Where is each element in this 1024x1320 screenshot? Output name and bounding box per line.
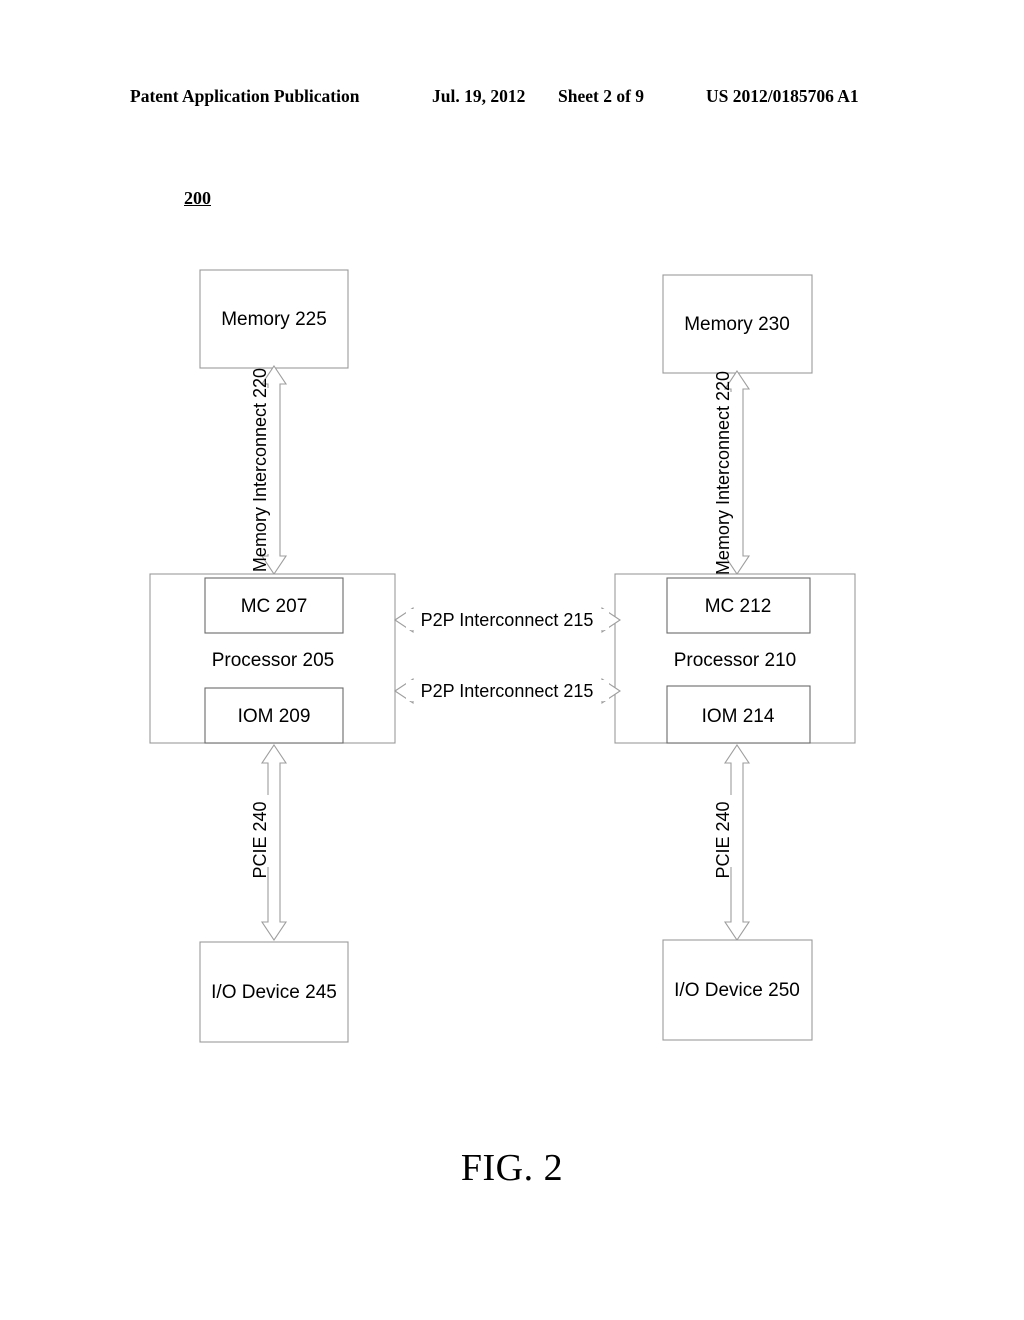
connector-memory-interconnect-220-right-label: Memory Interconnect 220 [713, 371, 733, 575]
connector-p2p-interconnect-215-lower-label: P2P Interconnect 215 [421, 681, 594, 701]
connector-p2p-interconnect-215-lower: P2P Interconnect 215 [394, 677, 621, 705]
node-mc-212: MC 212 [666, 577, 811, 634]
node-io-device-245-label: I/O Device 245 [211, 982, 337, 1003]
connector-pcie-240-left-label: PCIE 240 [250, 801, 270, 878]
block-diagram: Memory 225 Memory Interconnect 220 Proce… [149, 269, 856, 1043]
connector-pcie-240-left: PCIE 240 [250, 744, 288, 941]
node-iom-209-label: IOM 209 [238, 706, 311, 727]
node-iom-214-label: IOM 214 [702, 706, 775, 727]
node-memory-225-label: Memory 225 [221, 309, 327, 330]
node-mc-212-label: MC 212 [705, 596, 772, 617]
node-processor-210-label: Processor 210 [674, 650, 797, 671]
node-iom-209: IOM 209 [204, 687, 344, 744]
connector-p2p-interconnect-215-upper-label: P2P Interconnect 215 [421, 610, 594, 630]
figure-caption: FIG. 2 [460, 1147, 564, 1189]
node-processor-205-label: Processor 205 [212, 650, 335, 671]
node-mc-207: MC 207 [204, 577, 344, 634]
connector-p2p-interconnect-215-upper: P2P Interconnect 215 [394, 606, 621, 634]
connector-memory-interconnect-220-right: Memory Interconnect 220 [713, 370, 751, 575]
node-memory-225: Memory 225 [199, 269, 349, 369]
node-mc-207-label: MC 207 [241, 596, 308, 617]
connector-pcie-240-right: PCIE 240 [713, 744, 751, 941]
node-iom-214: IOM 214 [666, 685, 811, 744]
node-memory-230: Memory 230 [662, 274, 813, 374]
connector-memory-interconnect-220-left-label: Memory Interconnect 220 [250, 368, 270, 572]
connector-memory-interconnect-220-left: Memory Interconnect 220 [250, 365, 288, 575]
node-io-device-245: I/O Device 245 [199, 941, 349, 1043]
node-io-device-250-label: I/O Device 250 [674, 980, 800, 1001]
node-memory-230-label: Memory 230 [684, 314, 790, 335]
connector-pcie-240-right-label: PCIE 240 [713, 801, 733, 878]
node-io-device-250: I/O Device 250 [662, 939, 813, 1041]
